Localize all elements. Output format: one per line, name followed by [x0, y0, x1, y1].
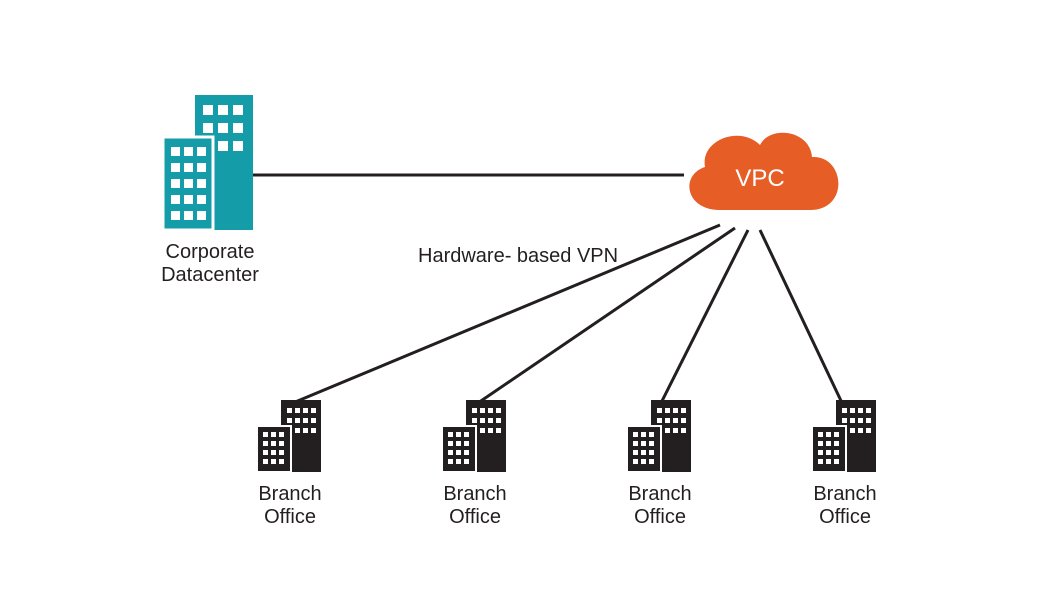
- branch-label: Branch Office: [230, 483, 350, 529]
- datacenter-node: Corporate Datacenter: [130, 95, 290, 287]
- network-diagram: Corporate Datacenter VPC Hardware- based…: [0, 0, 1050, 590]
- branch-node-3: Branch Office: [600, 400, 720, 529]
- datacenter-label: Corporate Datacenter: [130, 241, 290, 287]
- branch-node-1: Branch Office: [230, 400, 350, 529]
- vpn-label: Hardware- based VPN: [418, 245, 618, 268]
- branch-office-icon: [436, 400, 514, 472]
- branch-label: Branch Office: [600, 483, 720, 529]
- branch-node-4: Branch Office: [785, 400, 905, 529]
- branch-office-icon: [251, 400, 329, 472]
- branch-office-icon: [806, 400, 884, 472]
- branch-label: Branch Office: [415, 483, 535, 529]
- datacenter-icon: [155, 95, 265, 230]
- vpc-node: VPC: [670, 115, 850, 240]
- branch-node-2: Branch Office: [415, 400, 535, 529]
- branch-label: Branch Office: [785, 483, 905, 529]
- branch-office-icon: [621, 400, 699, 472]
- cloud-icon: [670, 115, 850, 235]
